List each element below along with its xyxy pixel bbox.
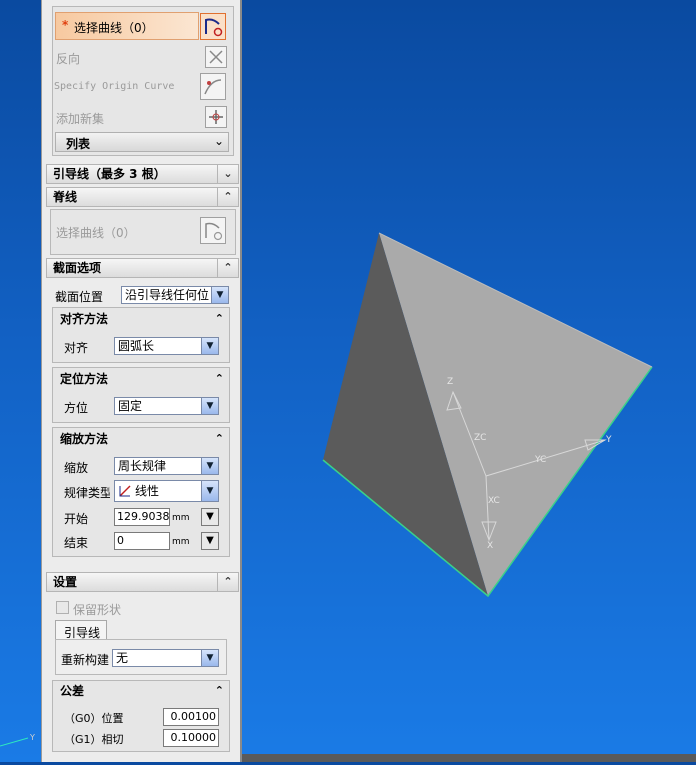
axis-label-z: Z	[447, 377, 453, 387]
scale-label: 缩放	[64, 461, 89, 475]
start-unit: mm	[172, 513, 190, 523]
start-value: 129.9038:	[117, 510, 170, 523]
corner-axis-label-y: Y	[29, 733, 35, 742]
chevron-up-icon: ⌃	[217, 573, 238, 591]
g1-value: 0.10000	[170, 731, 217, 744]
dropdown-arrow-icon: ▼	[201, 398, 218, 414]
settings-section-header[interactable]: 设置 ⌃	[46, 572, 239, 592]
spine-section-header[interactable]: 脊线 ⌃	[46, 187, 239, 207]
chevron-down-icon: ⌄	[217, 165, 238, 183]
scale-select[interactable]: 周长规律 ▼	[114, 457, 219, 475]
list-toggle[interactable]: 列表 ⌄	[55, 132, 229, 152]
section-position-value: 沿引导线任何位	[125, 288, 210, 302]
corner-triad	[0, 737, 29, 747]
chevron-up-icon: ⌃	[214, 312, 224, 325]
reverse-label: 反向	[56, 52, 81, 66]
keep-shape-checkbox[interactable]	[56, 601, 69, 614]
align-select[interactable]: 圆弧长 ▼	[114, 337, 219, 355]
section-options-header[interactable]: 截面选项 ⌃	[46, 258, 239, 278]
select-curve-row[interactable]: * 选择曲线（0）	[55, 12, 199, 40]
dropdown-arrow-icon: ▼	[201, 481, 218, 501]
rebuild-value: 无	[116, 651, 129, 665]
spine-curve-icon[interactable]	[200, 217, 226, 244]
linear-law-icon	[119, 485, 131, 497]
g1-label: （G1）相切	[64, 733, 124, 746]
orient-select[interactable]: 固定 ▼	[114, 397, 219, 415]
section-position-select[interactable]: 沿引导线任何位 ▼	[121, 286, 229, 304]
align-value: 圆弧长	[118, 339, 155, 353]
keep-shape-label: 保留形状	[73, 603, 122, 617]
end-value-input[interactable]: 0	[114, 532, 170, 550]
dropdown-arrow-icon: ▼	[211, 287, 228, 303]
start-value-input[interactable]: 129.9038:	[114, 508, 170, 526]
scale-value: 周长规律	[118, 459, 167, 473]
add-new-set-label: 添加新集	[56, 112, 105, 126]
end-value: 0	[117, 534, 124, 547]
dropdown-arrow-icon: ▼	[201, 650, 218, 666]
align-label: 对齐	[64, 341, 89, 355]
section-position-label: 截面位置	[55, 290, 104, 304]
origin-curve-icon[interactable]	[200, 73, 226, 100]
reverse-direction-icon[interactable]	[205, 46, 227, 68]
spine-header-label: 脊线	[53, 190, 78, 204]
chevron-up-icon: ⌃	[217, 188, 238, 206]
guides-section-header[interactable]: 引导线（最多 3 根） ⌄	[46, 164, 239, 184]
chevron-up-icon: ⌃	[217, 259, 238, 277]
orient-method-label: 定位方法	[60, 372, 109, 386]
orient-value: 固定	[118, 399, 143, 413]
law-type-label: 规律类型	[64, 486, 110, 500]
specify-origin-label: Specify Origin Curve	[54, 81, 175, 92]
g1-input[interactable]: 0.10000	[163, 729, 219, 747]
tolerance-label: 公差	[60, 684, 85, 698]
axis-label-x: X	[487, 541, 493, 551]
chevron-up-icon: ⌃	[214, 684, 224, 697]
chevron-up-icon: ⌃	[214, 372, 224, 385]
axis-label-yc: YC	[534, 455, 546, 465]
axis-label-zc: ZC	[474, 433, 486, 443]
list-label: 列表	[66, 137, 91, 151]
g0-label: （G0）位置	[64, 712, 124, 725]
chevron-down-icon: ⌄	[213, 134, 224, 148]
law-type-select[interactable]: 线性 ▼	[114, 480, 219, 502]
status-bar-strip	[242, 754, 696, 762]
required-asterisk: *	[62, 18, 69, 32]
rebuild-select[interactable]: 无 ▼	[112, 649, 219, 667]
rebuild-label: 重新构建	[61, 653, 110, 667]
select-curve-label: 选择曲线（0）	[74, 21, 154, 35]
scale-method-header[interactable]: 缩放方法 ⌃	[52, 429, 230, 449]
tolerance-header[interactable]: 公差 ⌃	[52, 681, 230, 701]
settings-header-label: 设置	[53, 575, 78, 589]
start-label: 开始	[64, 512, 89, 526]
add-new-set-icon[interactable]	[205, 106, 227, 128]
tab-guides[interactable]: 引导线	[55, 620, 107, 640]
align-method-label: 对齐方法	[60, 312, 109, 326]
scale-method-label: 缩放方法	[60, 432, 109, 446]
law-type-value: 线性	[135, 484, 160, 498]
start-spinner-icon[interactable]: ▼	[201, 508, 219, 526]
axis-label-y: Y	[605, 435, 612, 445]
dropdown-arrow-icon: ▼	[201, 338, 218, 354]
section-options-label: 截面选项	[53, 261, 102, 275]
curve-select-icon[interactable]	[200, 13, 226, 40]
g0-value: 0.00100	[170, 710, 217, 723]
spine-select-curve-label: 选择曲线（0）	[56, 226, 136, 240]
axis-label-xc: XC	[488, 496, 500, 506]
g0-input[interactable]: 0.00100	[163, 708, 219, 726]
end-label: 结束	[64, 536, 89, 550]
chevron-up-icon: ⌃	[214, 432, 224, 445]
sweep-dialog-panel: * 选择曲线（0） 反向 Specify Origin Curve 添加新集 列…	[41, 0, 242, 762]
end-unit: mm	[172, 537, 190, 547]
guides-header-label: 引导线（最多 3 根）	[53, 167, 166, 181]
dropdown-arrow-icon: ▼	[201, 458, 218, 474]
orient-label: 方位	[64, 401, 89, 415]
align-method-header[interactable]: 对齐方法 ⌃	[52, 309, 230, 329]
orient-method-header[interactable]: 定位方法 ⌃	[52, 369, 230, 389]
end-spinner-icon[interactable]: ▼	[201, 532, 219, 550]
